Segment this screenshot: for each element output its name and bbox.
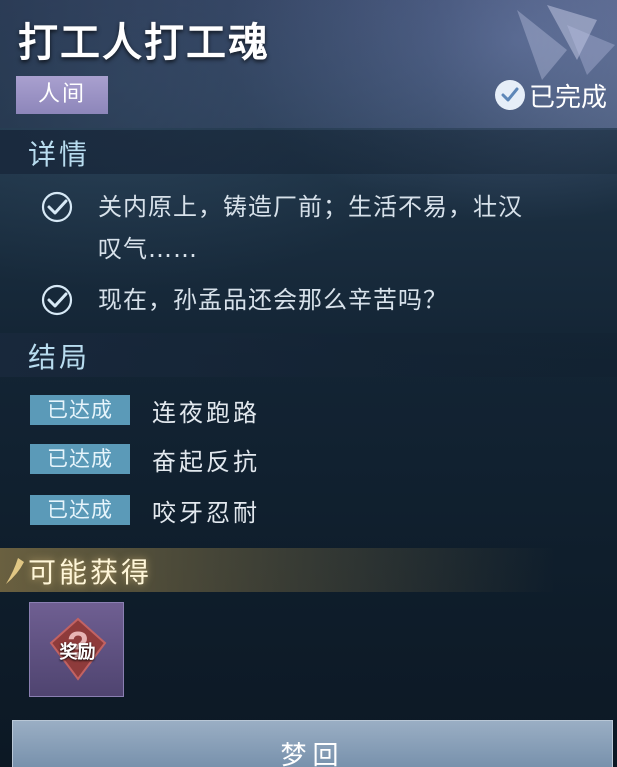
dream-replay-button[interactable]: 梦回 [12,720,613,767]
achieved-badge: 已达成 [30,444,130,474]
details-heading: 详情 [28,138,91,171]
reward-item-slot[interactable]: ? 奖励 [29,602,124,697]
detail-text: 现在，孙孟品还会那么辛苦吗？ [98,279,448,321]
rewards-heading: 可能获得 [28,556,153,589]
ending-row: 已达成 咬牙忍耐 [30,495,260,527]
detail-item: 关内原上，铸造厂前；生活不易，壮汉 叹气…… [40,190,610,270]
achieved-badge: 已达成 [30,495,130,525]
ending-label: 奋起反抗 [152,447,260,476]
quest-title: 打工人打工魂 [18,20,270,66]
reward-label: 奖励 [59,642,96,663]
sparkle-icon [6,558,24,584]
achieved-badge: 已达成 [30,395,130,425]
detail-item: 现在，孙孟品还会那么辛苦吗？ [40,283,610,321]
dream-replay-label: 梦回 [280,741,345,767]
check-circle-icon [41,284,73,316]
status-completed: 已完成 [494,76,607,114]
ending-label: 咬牙忍耐 [152,498,260,527]
endings-heading: 结局 [28,341,91,374]
ending-row: 已达成 连夜跑路 [30,395,260,427]
ending-label: 连夜跑路 [152,398,260,427]
detail-text-line: 叹气…… [98,235,198,263]
endings-section-bar [0,333,617,377]
check-circle-icon [41,191,73,223]
detail-text: 关内原上，铸造厂前；生活不易，壮汉 叹气…… [98,186,523,270]
completed-check-icon [494,80,525,110]
quest-panel: 打工人打工魂 人间 已完成 详情 关内原上，铸造厂前；生活不易，壮汉 叹气…… … [0,0,617,767]
status-label: 已完成 [528,82,607,113]
detail-text-line: 现在，孙孟品还会那么辛苦吗？ [98,286,448,314]
detail-text-line: 关内原上，铸造厂前；生活不易，壮汉 [98,193,523,221]
ending-row: 已达成 奋起反抗 [30,444,260,476]
details-section-bar [0,130,617,174]
realm-tag: 人间 [16,76,108,114]
